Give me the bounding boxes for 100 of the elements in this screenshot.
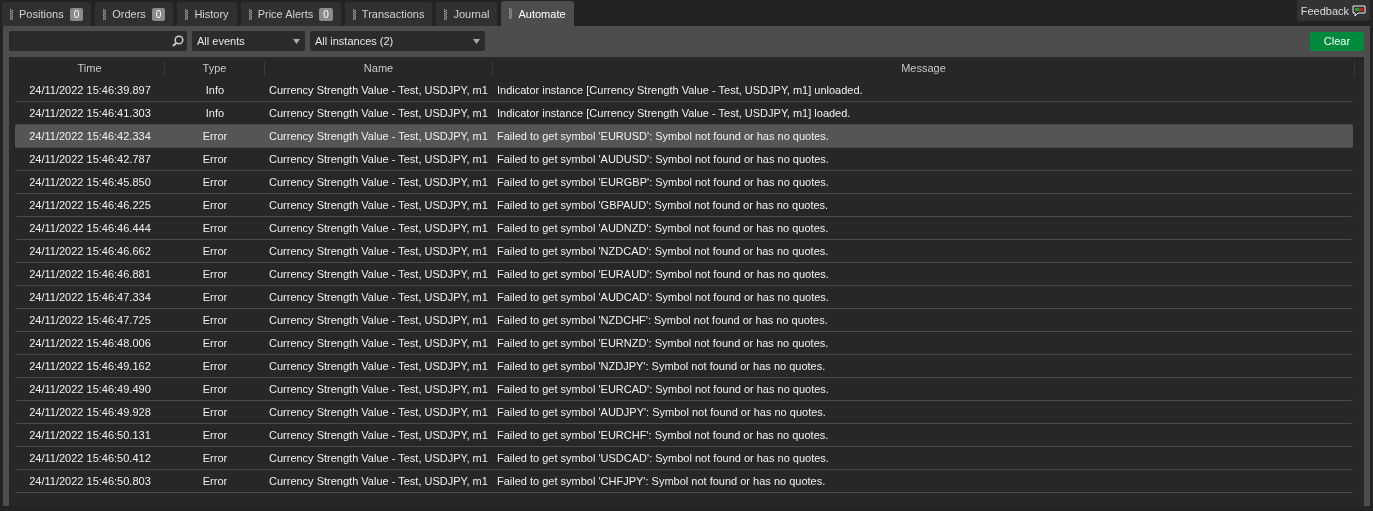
clear-button[interactable]: Clear xyxy=(1310,31,1364,51)
column-header[interactable]: Type xyxy=(165,60,265,76)
type-cell-text: Error xyxy=(201,314,229,326)
message-cell-text: Failed to get symbol 'GBPAUD': Symbol not found or has no quotes. xyxy=(496,199,830,211)
events-dropdown[interactable]: All events xyxy=(192,31,305,51)
table-row[interactable]: 24/11/2022 15:46:47.725 Error Currency Strength Value - Test, USDJPY, m1 Failed to get symbol 'NZDCHF': Symbol not found or has no quotes. xyxy=(15,309,1353,332)
column-header[interactable]: Time xyxy=(15,60,165,76)
feedback-button[interactable]: Feedback xyxy=(1296,0,1370,21)
name-cell-text: Currency Strength Value - Test, USDJPY, m1 xyxy=(268,429,489,441)
column-header[interactable]: Message xyxy=(493,60,1355,76)
name-cell-text: Currency Strength Value - Test, USDJPY, m1 xyxy=(268,314,489,326)
tab[interactable]: Orders 0 xyxy=(95,2,174,26)
tab[interactable]: Automate xyxy=(501,1,574,26)
search-field[interactable] xyxy=(9,31,187,51)
message-cell-text: Failed to get symbol 'AUDUSD': Symbol not found or has no quotes. xyxy=(496,153,830,165)
type-cell-text: Error xyxy=(201,429,229,441)
time-cell-text: 24/11/2022 15:46:46.881 xyxy=(28,268,152,280)
tab[interactable]: Journal xyxy=(436,2,498,26)
time-cell-text: 24/11/2022 15:46:39.897 xyxy=(28,84,152,96)
column-header[interactable]: Name xyxy=(265,60,493,76)
time-cell-text: 24/11/2022 15:46:49.490 xyxy=(28,383,152,395)
message-cell-text: Failed to get symbol 'EURGBP': Symbol not found or has no quotes. xyxy=(496,176,830,188)
time-cell-text: 24/11/2022 15:46:46.225 xyxy=(28,199,152,211)
name-cell-text: Currency Strength Value - Test, USDJPY, m1 xyxy=(268,337,489,349)
table-row[interactable]: 24/11/2022 15:46:46.444 Error Currency Strength Value - Test, USDJPY, m1 Failed to get symbol 'AUDNZD': Symbol not found or has no quotes. xyxy=(15,217,1353,240)
table-row[interactable]: 24/11/2022 15:46:49.162 Error Currency Strength Value - Test, USDJPY, m1 Failed to get symbol 'NZDJPY': Symbol not found or has no quotes. xyxy=(15,355,1353,378)
name-cell-text: Currency Strength Value - Test, USDJPY, m1 xyxy=(268,360,489,372)
message-cell-text: Failed to get symbol 'EURAUD': Symbol not found or has no quotes. xyxy=(496,268,830,280)
grip-icon xyxy=(352,8,356,20)
time-cell-text: 24/11/2022 15:46:49.928 xyxy=(28,406,152,418)
time-cell-text: 24/11/2022 15:46:50.131 xyxy=(28,429,152,441)
time-cell-text: 24/11/2022 15:46:47.334 xyxy=(28,291,152,303)
message-cell-text: Failed to get symbol 'EURCHF': Symbol not found or has no quotes. xyxy=(496,429,830,441)
count-badge: 0 xyxy=(151,7,166,21)
type-cell-text: Info xyxy=(204,107,226,119)
table-row[interactable]: 24/11/2022 15:46:42.334 Error Currency Strength Value - Test, USDJPY, m1 Failed to get symbol 'EURUSD': Symbol not found or has no quotes. xyxy=(15,125,1353,148)
time-cell-text: 24/11/2022 15:46:42.334 xyxy=(28,130,152,142)
time-cell-text: 24/11/2022 15:46:46.444 xyxy=(28,222,152,234)
type-cell-text: Error xyxy=(201,291,229,303)
time-cell-text: 24/11/2022 15:46:46.662 xyxy=(28,245,152,257)
name-cell-text: Currency Strength Value - Test, USDJPY, m1 xyxy=(268,176,489,188)
time-cell-text: 24/11/2022 15:46:48.006 xyxy=(28,337,152,349)
type-cell-text: Error xyxy=(201,153,229,165)
grip-icon xyxy=(248,8,252,20)
name-cell-text: Currency Strength Value - Test, USDJPY, m1 xyxy=(268,383,489,395)
caret-icon xyxy=(293,38,300,44)
speech-bubble-icon xyxy=(1352,4,1366,17)
count-badge: 0 xyxy=(69,7,84,21)
name-cell-text: Currency Strength Value - Test, USDJPY, m1 xyxy=(268,245,489,257)
grip-icon xyxy=(10,8,13,20)
table-row[interactable]: 24/11/2022 15:46:48.006 Error Currency Strength Value - Test, USDJPY, m1 Failed to get symbol 'EURNZD': Symbol not found or has no quotes. xyxy=(15,332,1353,355)
time-cell-text: 24/11/2022 15:46:49.162 xyxy=(28,360,152,372)
grip-icon xyxy=(185,8,189,20)
time-cell-text: 24/11/2022 15:46:45.850 xyxy=(28,176,152,188)
table-row[interactable]: 24/11/2022 15:46:50.131 Error Currency Strength Value - Test, USDJPY, m1 Failed to get symbol 'EURCHF': Symbol not found or has no quotes. xyxy=(15,424,1353,447)
name-cell-text: Currency Strength Value - Test, USDJPY, m1 xyxy=(268,222,489,234)
table-row[interactable]: 24/11/2022 15:46:42.787 Error Currency Strength Value - Test, USDJPY, m1 Failed to get symbol 'AUDUSD': Symbol not found or has no quotes. xyxy=(15,148,1353,171)
table-row[interactable]: 24/11/2022 15:46:50.412 Error Currency Strength Value - Test, USDJPY, m1 Failed to get symbol 'USDCAD': Symbol not found or has no quotes. xyxy=(15,447,1353,470)
grip-icon xyxy=(444,8,448,20)
type-cell-text: Error xyxy=(201,199,229,211)
message-cell-text: Failed to get symbol 'EURUSD': Symbol not found or has no quotes. xyxy=(496,130,830,142)
caret-icon xyxy=(473,38,480,44)
search-icon xyxy=(172,35,184,47)
message-cell-text: Failed to get symbol 'NZDJPY': Symbol not found or has no quotes. xyxy=(496,360,827,372)
tab[interactable]: Transactions xyxy=(344,2,433,26)
table-row[interactable]: 24/11/2022 15:46:45.850 Error Currency Strength Value - Test, USDJPY, m1 Failed to get symbol 'EURGBP': Symbol not found or has no quotes. xyxy=(15,171,1353,194)
table-row[interactable]: 24/11/2022 15:46:49.490 Error Currency Strength Value - Test, USDJPY, m1 Failed to get symbol 'EURCAD': Symbol not found or has no quotes. xyxy=(15,378,1353,401)
table-row[interactable]: 24/11/2022 15:46:46.225 Error Currency Strength Value - Test, USDJPY, m1 Failed to get symbol 'GBPAUD': Symbol not found or has no quotes. xyxy=(15,194,1353,217)
message-cell-text: Indicator instance [Currency Strength Value - Test, USDJPY, m1] unloaded. xyxy=(496,84,864,96)
time-cell-text: 24/11/2022 15:46:50.412 xyxy=(28,452,152,464)
type-cell-text: Error xyxy=(201,176,229,188)
table-row[interactable]: 24/11/2022 15:46:49.928 Error Currency Strength Value - Test, USDJPY, m1 Failed to get symbol 'AUDJPY': Symbol not found or has no quotes. xyxy=(15,401,1353,424)
type-cell-text: Error xyxy=(201,383,229,395)
name-cell-text: Currency Strength Value - Test, USDJPY, m1 xyxy=(268,291,489,303)
type-cell-text: Error xyxy=(201,130,229,142)
tab[interactable]: History xyxy=(177,2,237,26)
message-cell-text: Failed to get symbol 'AUDJPY': Symbol not found or has no quotes. xyxy=(496,406,827,418)
type-cell-text: Error xyxy=(201,406,229,418)
name-cell-text: Currency Strength Value - Test, USDJPY, m1 xyxy=(268,199,489,211)
time-cell-text: 24/11/2022 15:46:47.725 xyxy=(28,314,152,326)
instances-dropdown[interactable]: All instances (2) xyxy=(310,31,485,51)
type-cell-text: Info xyxy=(204,84,226,96)
message-cell-text: Failed to get symbol 'CHFJPY': Symbol not found or has no quotes. xyxy=(496,475,827,487)
table-row[interactable]: 24/11/2022 15:46:46.881 Error Currency Strength Value - Test, USDJPY, m1 Failed to get symbol 'EURAUD': Symbol not found or has no quotes. xyxy=(15,263,1353,286)
table-row[interactable]: 24/11/2022 15:46:46.662 Error Currency Strength Value - Test, USDJPY, m1 Failed to get symbol 'NZDCAD': Symbol not found or has no quotes. xyxy=(15,240,1353,263)
type-cell-text: Error xyxy=(201,245,229,257)
table-row[interactable]: 24/11/2022 15:46:50.803 Error Currency Strength Value - Test, USDJPY, m1 Failed to get symbol 'CHFJPY': Symbol not found or has no quotes. xyxy=(15,470,1353,493)
table-row[interactable]: 24/11/2022 15:46:39.897 Info Currency Strength Value - Test, USDJPY, m1 Indicator instance [Currency Strength Value - Test, USDJPY, m1] unloaded. xyxy=(15,79,1353,102)
name-cell-text: Currency Strength Value - Test, USDJPY, m1 xyxy=(268,452,489,464)
table-row[interactable]: 24/11/2022 15:46:47.334 Error Currency Strength Value - Test, USDJPY, m1 Failed to get symbol 'AUDCAD': Symbol not found or has no quotes. xyxy=(15,286,1353,309)
message-cell-text: Failed to get symbol 'AUDCAD': Symbol not found or has no quotes. xyxy=(496,291,830,303)
message-cell-text: Failed to get symbol 'NZDCAD': Symbol not found or has no quotes. xyxy=(496,245,830,257)
tab[interactable]: Positions 0 xyxy=(2,2,92,26)
name-cell-text: Currency Strength Value - Test, USDJPY, m1 xyxy=(268,406,489,418)
message-cell-text: Indicator instance [Currency Strength Value - Test, USDJPY, m1] loaded. xyxy=(496,107,852,119)
name-cell-text: Currency Strength Value - Test, USDJPY, m1 xyxy=(268,475,489,487)
name-cell-text: Currency Strength Value - Test, USDJPY, m1 xyxy=(268,130,489,142)
type-cell-text: Error xyxy=(201,452,229,464)
tab[interactable]: Price Alerts 0 xyxy=(240,2,341,26)
grip-icon xyxy=(103,8,107,20)
